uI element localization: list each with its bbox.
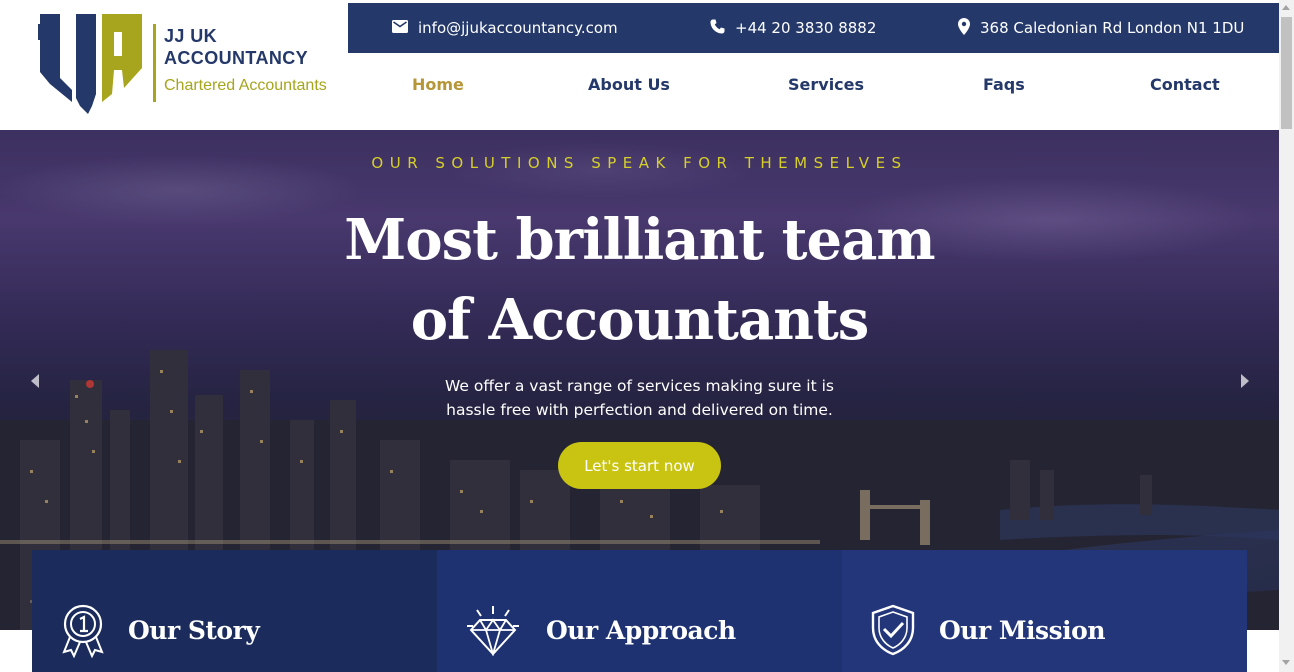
logo-tagline: Chartered Accountants <box>164 77 327 94</box>
hero-eyebrow: OUR SOLUTIONS SPEAK FOR THEMSELVES <box>371 154 908 172</box>
card-our-approach[interactable]: Our Approach <box>437 550 842 672</box>
card-title: Our Approach <box>546 616 736 645</box>
email-link[interactable]: info@jjukaccountancy.com <box>392 3 618 53</box>
phone-icon <box>710 19 725 38</box>
card-title: Our Story <box>128 616 260 645</box>
hero-headline: Most brilliant team of Accountants <box>0 200 1279 360</box>
logo-divider <box>153 24 156 102</box>
slider-prev-arrow-icon[interactable] <box>28 372 42 390</box>
nav-home[interactable]: Home <box>412 75 464 94</box>
logo[interactable]: JJ UK ACCOUNTANCY Chartered Accountants <box>36 10 327 118</box>
scroll-up-arrow-icon[interactable] <box>1282 5 1290 10</box>
nav-contact[interactable]: Contact <box>1150 75 1220 94</box>
card-our-mission[interactable]: Our Mission <box>842 550 1247 672</box>
diamond-icon <box>465 604 521 660</box>
scroll-down-arrow-icon[interactable] <box>1282 660 1290 665</box>
award-ribbon-icon <box>60 604 106 662</box>
nav-faqs[interactable]: Faqs <box>983 75 1025 94</box>
nav-about-us[interactable]: About Us <box>588 75 670 94</box>
start-now-button[interactable]: Let's start now <box>558 442 721 489</box>
feature-cards: Our Story Our Approach Our Mission <box>32 550 1247 672</box>
mail-icon <box>392 19 408 37</box>
logo-text-line2: ACCOUNTANCY <box>164 48 309 68</box>
hero-subtext: We offer a vast range of services making… <box>0 374 1279 422</box>
hero-subtext-line2: hassle free with perfection and delivere… <box>446 401 833 419</box>
site-header: JJ UK ACCOUNTANCY Chartered Accountants … <box>0 0 1279 130</box>
address-text: 368 Caledonian Rd London N1 1DU <box>980 19 1245 37</box>
email-text: info@jjukaccountancy.com <box>418 19 618 37</box>
contact-bar: info@jjukaccountancy.com +44 20 3830 888… <box>348 3 1279 53</box>
phone-text: +44 20 3830 8882 <box>735 19 877 37</box>
logo-monogram-icon <box>38 14 142 114</box>
shield-check-icon <box>870 604 916 660</box>
phone-link[interactable]: +44 20 3830 8882 <box>710 3 876 53</box>
vertical-scrollbar[interactable] <box>1279 0 1294 672</box>
hero-subtext-line1: We offer a vast range of services making… <box>445 377 834 395</box>
card-title: Our Mission <box>939 616 1106 645</box>
hero-headline-line1: Most brilliant team <box>344 207 935 273</box>
main-nav: Home About Us Services Faqs Contact <box>348 53 1279 130</box>
logo-text-line1: JJ UK <box>164 26 218 46</box>
location-pin-icon <box>958 17 970 39</box>
card-our-story[interactable]: Our Story <box>32 550 437 672</box>
hero-headline-line2: of Accountants <box>410 287 870 353</box>
nav-services[interactable]: Services <box>788 75 864 94</box>
slider-next-arrow-icon[interactable] <box>1238 372 1252 390</box>
address-link[interactable]: 368 Caledonian Rd London N1 1DU <box>958 3 1244 53</box>
scroll-thumb[interactable] <box>1281 17 1292 129</box>
